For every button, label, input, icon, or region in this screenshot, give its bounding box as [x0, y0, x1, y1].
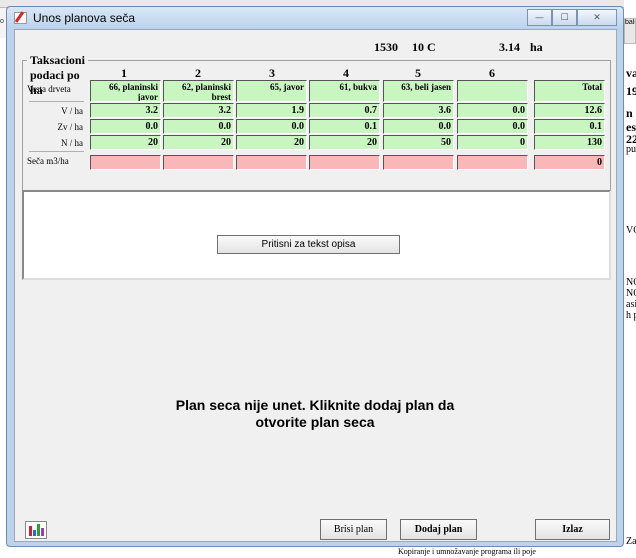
row-label-v: V / ha — [61, 106, 83, 116]
v-cell: 0.0 — [457, 103, 528, 118]
background-text: NOVC — [626, 288, 636, 299]
v-cell: 1.9 — [236, 103, 307, 118]
background-text: NOVO — [626, 277, 636, 288]
column-number: 6 — [489, 66, 495, 80]
background-text: h pla — [626, 310, 636, 321]
background-copyright: Kopiranje i umnožavanje programa ili poj… — [398, 547, 536, 556]
zv-cell: 0.0 — [457, 119, 528, 134]
row-label-zv: Zv / ha — [57, 122, 84, 132]
zv-cell: 0.1 — [309, 119, 380, 134]
zv-cell: 0.0 — [90, 119, 161, 134]
species-cell: 65, javor — [236, 80, 307, 102]
seca-input[interactable] — [383, 155, 454, 170]
row-label-species: Vrsta drveta — [27, 84, 71, 94]
n-total-cell: 130 — [534, 135, 605, 150]
background-tab[interactable]: balna — [624, 18, 636, 44]
column-number: 4 — [343, 66, 349, 80]
background-text: Zako — [626, 536, 636, 547]
add-plan-button[interactable]: Dodaj plan — [400, 519, 477, 540]
chart-icon-bar — [29, 526, 32, 536]
delete-plan-button[interactable]: Brisi plan — [320, 519, 387, 540]
seca-input[interactable] — [457, 155, 528, 170]
minimize-button[interactable]: — — [527, 9, 552, 26]
n-cell: 20 — [309, 135, 380, 150]
n-cell: 0 — [457, 135, 528, 150]
description-text-button[interactable]: Pritisni za tekst opisa — [217, 235, 400, 254]
species-cell — [457, 80, 528, 102]
record-code: 10 C — [412, 40, 436, 54]
background-text: n 6. — [626, 106, 636, 120]
seca-input[interactable] — [90, 155, 161, 170]
column-number: 3 — [269, 66, 275, 80]
record-number: 1530 — [374, 40, 398, 54]
n-cell: 50 — [383, 135, 454, 150]
window-controls: — ☐ ✕ — [527, 9, 617, 26]
v-cell: 0.7 — [309, 103, 380, 118]
row-separator — [29, 151, 84, 152]
n-cell: 20 — [236, 135, 307, 150]
row-separator — [29, 101, 84, 102]
v-cell: 3.2 — [163, 103, 234, 118]
description-panel: Pritisni za tekst opisa — [22, 190, 611, 280]
column-number: 2 — [195, 66, 201, 80]
area-unit: ha — [530, 40, 543, 54]
window-title: Unos planova seča — [33, 11, 136, 25]
chart-icon-bar — [37, 524, 40, 536]
seca-total-cell: 0 — [534, 155, 605, 170]
title-bar[interactable]: Unos planova seča — ☐ ✕ — [7, 7, 623, 29]
chart-icon-bar — [41, 528, 44, 536]
species-cell: 61, bukva — [309, 80, 380, 102]
v-cell: 3.2 — [90, 103, 161, 118]
n-cell: 20 — [163, 135, 234, 150]
seca-input[interactable] — [163, 155, 234, 170]
zv-cell: 0.0 — [163, 119, 234, 134]
zv-cell: 0.0 — [383, 119, 454, 134]
close-button[interactable]: ✕ — [577, 9, 617, 26]
zv-cell: 0.0 — [236, 119, 307, 134]
species-cell: 63, beli jasen — [383, 80, 454, 102]
app-icon — [14, 12, 27, 24]
plan-entry-window: Unos planova seča — ☐ ✕ 1530 10 C 3.14 h… — [6, 6, 624, 547]
column-number: 1 — [121, 66, 127, 80]
v-cell: 3.6 — [383, 103, 454, 118]
exit-button[interactable]: Izlaz — [535, 519, 610, 540]
species-cell: 66, planinski javor — [90, 80, 161, 102]
dialog-client-area: 1530 10 C 3.14 ha Taksacioni podaci po h… — [14, 29, 617, 542]
species-cell: 62, planinski brest — [163, 80, 234, 102]
chart-icon[interactable] — [25, 521, 47, 539]
chart-icon-bar — [33, 530, 36, 536]
area-value: 3.14 — [499, 40, 520, 54]
row-label-seca: Seča m3/ha — [27, 156, 69, 166]
zv-total-cell: 0.1 — [534, 119, 605, 134]
maximize-button[interactable]: ☐ — [552, 9, 577, 26]
background-text: asic — [626, 299, 636, 310]
column-number: 5 — [415, 66, 421, 80]
background-text: 199 — [626, 84, 636, 98]
background-text: van — [626, 66, 636, 80]
row-label-n: N / ha — [61, 138, 83, 148]
background-text: punu — [626, 144, 636, 155]
species-total-cell: Total — [534, 80, 605, 102]
background-text: VO_N — [626, 225, 636, 236]
background-status-bar — [0, 547, 636, 558]
n-cell: 20 — [90, 135, 161, 150]
seca-input[interactable] — [236, 155, 307, 170]
no-plan-message: Plan seca nije unet. Kliknite dodaj plan… — [175, 397, 455, 430]
v-total-cell: 12.6 — [534, 103, 605, 118]
seca-input[interactable] — [309, 155, 380, 170]
